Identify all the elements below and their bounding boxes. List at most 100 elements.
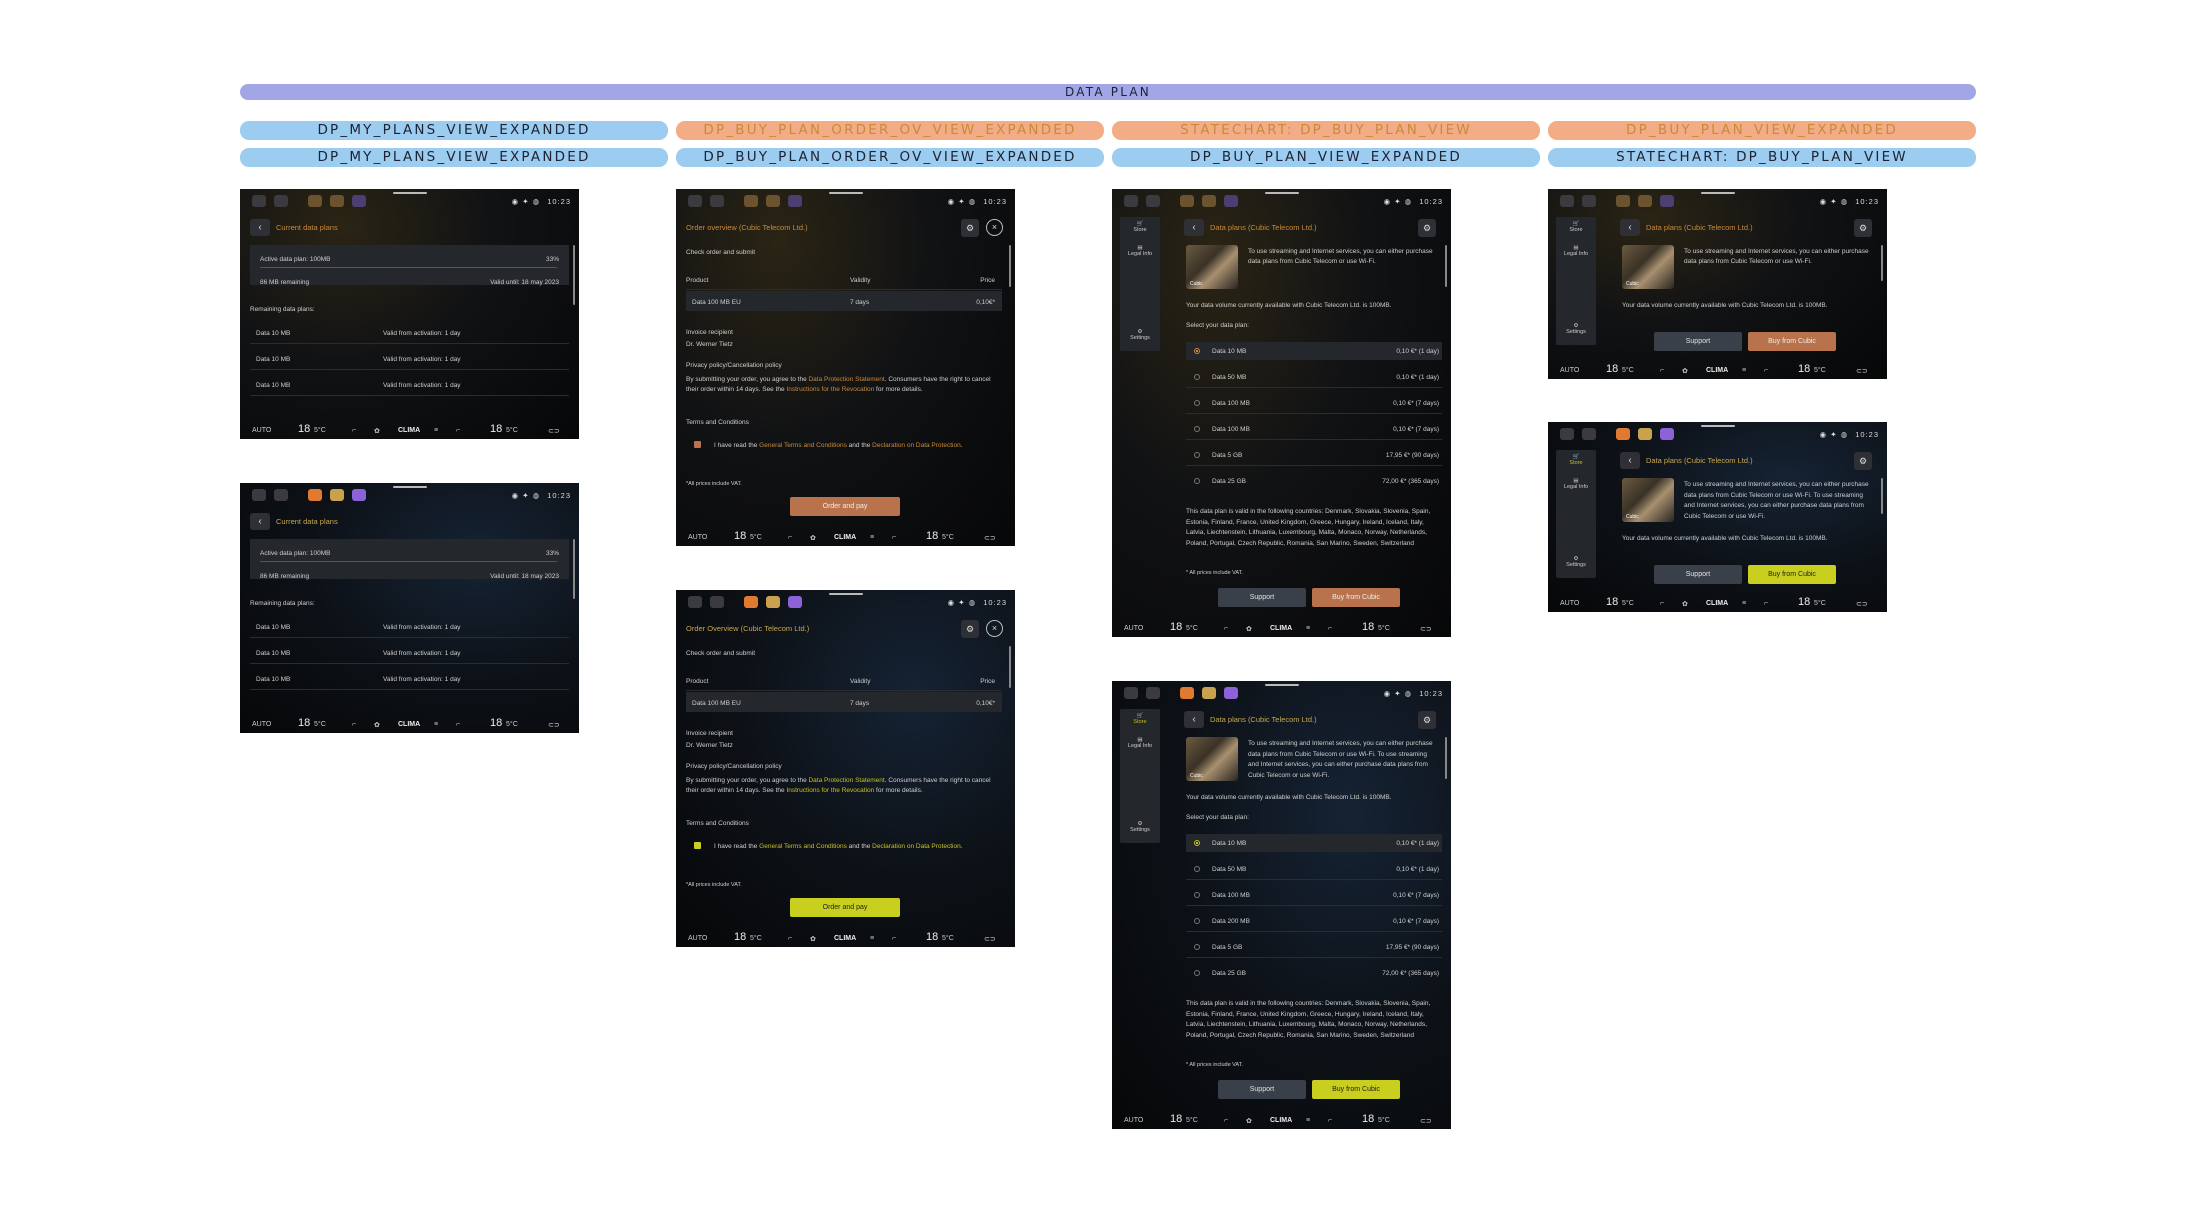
plan-row-name[interactable]: Data 10 MB	[256, 356, 290, 363]
seat-icon[interactable]: ⌐	[892, 935, 896, 942]
app-icon[interactable]	[1180, 687, 1194, 699]
defrost-icon[interactable]: ≡	[1742, 600, 1746, 607]
support-button[interactable]: Support	[1654, 332, 1742, 351]
apps-grid-icon[interactable]	[1582, 195, 1596, 207]
defrost-icon[interactable]: ≡	[434, 427, 438, 434]
media-icon[interactable]	[688, 596, 702, 608]
plan-row-name[interactable]: Data 10 MB	[256, 624, 290, 631]
defrost-icon[interactable]: ≡	[870, 935, 874, 942]
temp-right[interactable]: 18	[926, 530, 938, 542]
scrollbar[interactable]	[1881, 478, 1883, 514]
back-button[interactable]: ‹	[1620, 452, 1640, 469]
fan-icon[interactable]: ✿	[1246, 1117, 1252, 1125]
settings-icon[interactable]: ⚙	[1854, 452, 1872, 470]
store-nav-item[interactable]: 🛒 Store	[1556, 454, 1596, 466]
app-icon[interactable]	[308, 489, 322, 501]
store-icon[interactable]	[330, 489, 344, 501]
settings-icon[interactable]: ⚙	[1854, 219, 1872, 237]
car-icon[interactable]: ⊂⊃	[548, 427, 560, 435]
temp-right[interactable]: 18	[490, 717, 502, 729]
temp-left[interactable]: 18	[298, 423, 310, 435]
plan-row-name[interactable]: Data 10 MB	[256, 330, 290, 337]
apps-grid-icon[interactable]	[274, 489, 288, 501]
app-icon[interactable]	[308, 195, 322, 207]
plan-name[interactable]: Data 25 GB	[1212, 970, 1246, 977]
car-icon[interactable]: ⊂⊃	[984, 534, 996, 542]
defrost-icon[interactable]: ≡	[870, 534, 874, 541]
buy-from-cubic-button[interactable]: Buy from Cubic	[1312, 1080, 1400, 1099]
app-icon[interactable]	[1180, 195, 1194, 207]
fan-icon[interactable]: ✿	[374, 721, 380, 729]
media-icon[interactable]	[1560, 195, 1574, 207]
back-button[interactable]: ‹	[250, 219, 270, 236]
temp-right[interactable]: 18	[1798, 363, 1810, 375]
app-icon[interactable]	[1616, 428, 1630, 440]
app-icon[interactable]	[1660, 428, 1674, 440]
clima-button[interactable]: CLIMA	[1706, 600, 1728, 607]
clima-button[interactable]: CLIMA	[398, 721, 420, 728]
temp-right[interactable]: 18	[926, 931, 938, 943]
plan-name[interactable]: Data 100 MB	[1212, 400, 1250, 407]
store-nav-item[interactable]: 🛒 Store	[1556, 221, 1596, 233]
car-icon[interactable]: ⊂⊃	[1856, 367, 1868, 375]
support-button[interactable]: Support	[1654, 565, 1742, 584]
plan-radio[interactable]	[1194, 348, 1200, 354]
auto-label[interactable]: AUTO	[252, 721, 271, 728]
plan-name[interactable]: Data 50 MB	[1212, 374, 1246, 381]
media-icon[interactable]	[1124, 687, 1138, 699]
plan-radio[interactable]	[1194, 374, 1200, 380]
legal-info-nav-item[interactable]: ▤ Legal Info	[1556, 245, 1596, 257]
app-icon[interactable]	[1616, 195, 1630, 207]
temp-right[interactable]: 18	[1798, 596, 1810, 608]
revocation-link[interactable]: Instructions for the Revocation	[786, 787, 874, 794]
defrost-icon[interactable]: ≡	[1306, 1117, 1310, 1124]
defrost-icon[interactable]: ≡	[434, 721, 438, 728]
plan-radio[interactable]	[1194, 452, 1200, 458]
settings-icon[interactable]: ⚙	[961, 620, 979, 638]
auto-label[interactable]: AUTO	[688, 534, 707, 541]
app-icon[interactable]	[744, 596, 758, 608]
car-icon[interactable]: ⊂⊃	[1420, 625, 1432, 633]
fan-icon[interactable]: ✿	[1246, 625, 1252, 633]
scrollbar[interactable]	[1009, 245, 1011, 287]
seat-icon[interactable]: ⌐	[352, 721, 356, 728]
seat-icon[interactable]: ⌐	[352, 427, 356, 434]
apps-grid-icon[interactable]	[1146, 195, 1160, 207]
settings-icon[interactable]: ⚙	[961, 219, 979, 237]
car-icon[interactable]: ⊂⊃	[1856, 600, 1868, 608]
plan-name[interactable]: Data 100 MB	[1212, 426, 1250, 433]
app-icon[interactable]	[352, 195, 366, 207]
plan-radio[interactable]	[1194, 866, 1200, 872]
plan-radio[interactable]	[1194, 478, 1200, 484]
plan-radio[interactable]	[1194, 400, 1200, 406]
seat-icon[interactable]: ⌐	[456, 721, 460, 728]
media-icon[interactable]	[1560, 428, 1574, 440]
temp-left[interactable]: 18	[298, 717, 310, 729]
temp-left[interactable]: 18	[1170, 1113, 1182, 1125]
close-icon[interactable]: ×	[986, 620, 1003, 637]
auto-label[interactable]: AUTO	[1124, 1117, 1143, 1124]
plan-row-name[interactable]: Data 10 MB	[256, 650, 290, 657]
fan-icon[interactable]: ✿	[810, 935, 816, 943]
seat-icon[interactable]: ⌐	[788, 534, 792, 541]
car-icon[interactable]: ⊂⊃	[548, 721, 560, 729]
car-icon[interactable]: ⊂⊃	[1420, 1117, 1432, 1125]
temp-left[interactable]: 18	[1606, 363, 1618, 375]
plan-name[interactable]: Data 5 GB	[1212, 452, 1242, 459]
order-and-pay-button[interactable]: Order and pay	[790, 497, 900, 516]
store-nav-item[interactable]: 🛒 Store	[1120, 713, 1160, 725]
back-button[interactable]: ‹	[250, 513, 270, 530]
data-protection-link[interactable]: Data Protection Statement	[808, 777, 884, 784]
fan-icon[interactable]: ✿	[374, 427, 380, 435]
settings-icon[interactable]: ⚙	[1418, 219, 1436, 237]
store-icon[interactable]	[330, 195, 344, 207]
media-icon[interactable]	[688, 195, 702, 207]
store-nav-item[interactable]: 🛒 Store	[1120, 221, 1160, 233]
seat-icon[interactable]: ⌐	[1328, 1117, 1332, 1124]
support-button[interactable]: Support	[1218, 588, 1306, 607]
app-icon[interactable]	[1224, 687, 1238, 699]
scrollbar[interactable]	[1881, 245, 1883, 281]
legal-info-nav-item[interactable]: ▤ Legal Info	[1556, 478, 1596, 490]
car-icon[interactable]: ⊂⊃	[984, 935, 996, 943]
seat-icon[interactable]: ⌐	[788, 935, 792, 942]
